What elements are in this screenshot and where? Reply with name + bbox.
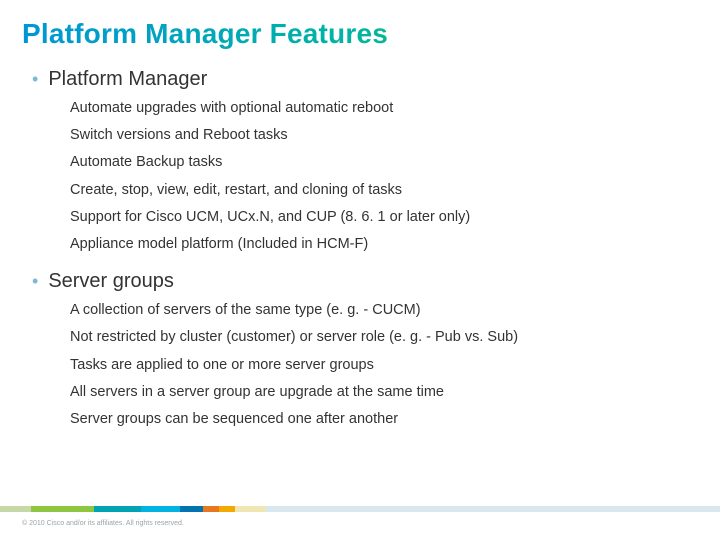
list-item: Not restricted by cluster (customer) or … <box>70 326 698 349</box>
bar-segment <box>31 506 94 512</box>
list-item: Support for Cisco UCM, UCx.N, and CUP (8… <box>70 206 698 229</box>
list-item: A collection of servers of the same type… <box>70 299 698 322</box>
sub-list: A collection of servers of the same type… <box>70 299 698 431</box>
section-head: • Platform Manager <box>32 68 698 91</box>
bullet-icon: • <box>32 272 38 290</box>
bar-segment <box>266 506 720 512</box>
list-item: All servers in a server group are upgrad… <box>70 381 698 404</box>
bar-segment <box>180 506 203 512</box>
section-label: Server groups <box>48 270 174 293</box>
bar-segment <box>94 506 141 512</box>
bar-segment <box>203 506 219 512</box>
list-item: Create, stop, view, edit, restart, and c… <box>70 179 698 202</box>
copyright-text: © 2010 Cisco and/or its affiliates. All … <box>0 512 720 527</box>
section-server-groups: • Server groups A collection of servers … <box>22 270 698 431</box>
list-item: Appliance model platform (Included in HC… <box>70 233 698 256</box>
list-item: Automate Backup tasks <box>70 151 698 174</box>
color-bar <box>0 506 720 512</box>
sub-list: Automate upgrades with optional automati… <box>70 97 698 256</box>
footer: © 2010 Cisco and/or its affiliates. All … <box>0 506 720 540</box>
bullet-icon: • <box>32 70 38 88</box>
list-item: Server groups can be sequenced one after… <box>70 408 698 431</box>
list-item: Tasks are applied to one or more server … <box>70 354 698 377</box>
slide: Platform Manager Features • Platform Man… <box>0 0 720 540</box>
section-head: • Server groups <box>32 270 698 293</box>
bar-segment <box>235 506 266 512</box>
section-platform-manager: • Platform Manager Automate upgrades wit… <box>22 68 698 256</box>
list-item: Automate upgrades with optional automati… <box>70 97 698 120</box>
bar-segment <box>141 506 180 512</box>
bar-segment <box>0 506 31 512</box>
list-item: Switch versions and Reboot tasks <box>70 124 698 147</box>
slide-title: Platform Manager Features <box>22 18 698 50</box>
bar-segment <box>219 506 235 512</box>
section-label: Platform Manager <box>48 68 207 91</box>
